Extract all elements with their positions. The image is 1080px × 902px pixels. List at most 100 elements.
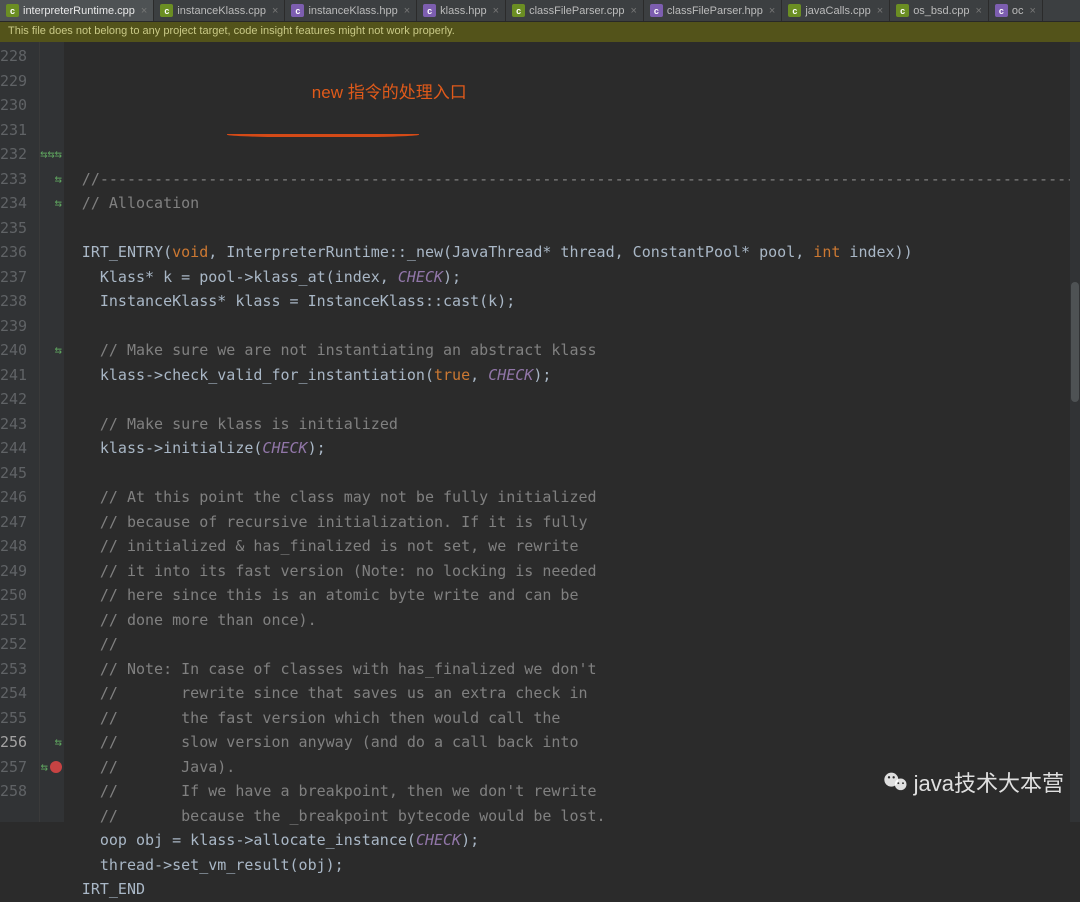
line-number[interactable]: 239 bbox=[0, 314, 27, 339]
code-line[interactable]: // rewrite since that saves us an extra … bbox=[82, 681, 1080, 706]
code-line[interactable] bbox=[82, 216, 1080, 241]
close-icon[interactable]: × bbox=[875, 5, 883, 17]
line-number[interactable]: 246 bbox=[0, 485, 27, 510]
gutter-icon-row[interactable] bbox=[40, 461, 64, 486]
line-number[interactable]: 257 bbox=[0, 755, 27, 780]
code-line[interactable]: // the fast version which then would cal… bbox=[82, 706, 1080, 731]
line-number[interactable]: 231 bbox=[0, 118, 27, 143]
gutter-icon-row[interactable]: ⇆ bbox=[40, 338, 64, 363]
code-line[interactable]: klass->initialize(CHECK); bbox=[82, 436, 1080, 461]
gutter-icon-row[interactable] bbox=[40, 118, 64, 143]
tab-classFileParser-cpp[interactable]: cclassFileParser.cpp× bbox=[506, 0, 644, 21]
gutter-icon-row[interactable] bbox=[40, 93, 64, 118]
gutter-icon-row[interactable]: ⇆ bbox=[40, 730, 64, 755]
close-icon[interactable]: × bbox=[402, 5, 410, 17]
line-number[interactable]: 240 bbox=[0, 338, 27, 363]
gutter-icon-row[interactable] bbox=[40, 216, 64, 241]
tab-oc[interactable]: coc× bbox=[989, 0, 1043, 21]
gutter-annotation-strip[interactable]: ⇆⇆⇆⇆⇆⇆⇆⇆ bbox=[40, 42, 64, 822]
line-number[interactable]: 242 bbox=[0, 387, 27, 412]
gutter-icon-row[interactable] bbox=[40, 706, 64, 731]
gutter-icon-row[interactable] bbox=[40, 387, 64, 412]
tab-javaCalls-cpp[interactable]: cjavaCalls.cpp× bbox=[782, 0, 890, 21]
vertical-scrollbar-track[interactable] bbox=[1070, 42, 1080, 822]
line-number[interactable]: 235 bbox=[0, 216, 27, 241]
gutter-icon-row[interactable] bbox=[40, 681, 64, 706]
line-number[interactable]: 236 bbox=[0, 240, 27, 265]
line-number[interactable]: 248 bbox=[0, 534, 27, 559]
line-number[interactable]: 238 bbox=[0, 289, 27, 314]
code-line[interactable]: // initialized & has_finalized is not se… bbox=[82, 534, 1080, 559]
code-line[interactable]: // slow version anyway (and do a call ba… bbox=[82, 730, 1080, 755]
line-number[interactable]: 233 bbox=[0, 167, 27, 192]
gutter-icon-row[interactable] bbox=[40, 289, 64, 314]
code-line[interactable]: //--------------------------------------… bbox=[82, 167, 1080, 192]
gutter-icon-row[interactable] bbox=[40, 657, 64, 682]
code-line[interactable]: // bbox=[82, 632, 1080, 657]
gutter-icon-row[interactable] bbox=[40, 314, 64, 339]
code-line[interactable]: // it into its fast version (Note: no lo… bbox=[82, 559, 1080, 584]
code-area[interactable]: new 指令的处理入口 //--------------------------… bbox=[64, 42, 1080, 822]
gutter-icon-row[interactable] bbox=[40, 608, 64, 633]
line-number[interactable]: 247 bbox=[0, 510, 27, 535]
line-number[interactable]: 252 bbox=[0, 632, 27, 657]
gutter-icon-row[interactable]: ⇆ bbox=[40, 191, 64, 216]
line-number[interactable]: 234 bbox=[0, 191, 27, 216]
code-line[interactable]: // Allocation bbox=[82, 191, 1080, 216]
breakpoint-icon[interactable] bbox=[50, 761, 62, 773]
gutter-icon-row[interactable] bbox=[40, 265, 64, 290]
line-number[interactable]: 253 bbox=[0, 657, 27, 682]
code-line[interactable]: // here since this is an atomic byte wri… bbox=[82, 583, 1080, 608]
gutter-icon-row[interactable] bbox=[40, 632, 64, 657]
close-icon[interactable]: × bbox=[270, 5, 278, 17]
line-number[interactable]: 243 bbox=[0, 412, 27, 437]
code-line[interactable]: // because of recursive initialization. … bbox=[82, 510, 1080, 535]
line-number[interactable]: 255 bbox=[0, 706, 27, 731]
gutter-icon-row[interactable]: ⇆ bbox=[40, 755, 64, 780]
gutter-icon-row[interactable] bbox=[40, 779, 64, 804]
line-number[interactable]: 229 bbox=[0, 69, 27, 94]
gutter-icon-row[interactable]: ⇆ bbox=[40, 167, 64, 192]
gutter-icon-row[interactable] bbox=[40, 534, 64, 559]
code-line[interactable]: // because the _breakpoint bytecode woul… bbox=[82, 804, 1080, 829]
line-number[interactable]: 249 bbox=[0, 559, 27, 584]
code-line[interactable]: IRT_ENTRY(void, InterpreterRuntime::_new… bbox=[82, 240, 1080, 265]
code-line[interactable] bbox=[82, 314, 1080, 339]
close-icon[interactable]: × bbox=[139, 5, 147, 17]
gutter-icon-row[interactable] bbox=[40, 510, 64, 535]
line-number[interactable]: 254 bbox=[0, 681, 27, 706]
line-number-gutter[interactable]: 2282292302312322332342352362372382392402… bbox=[0, 42, 40, 822]
gutter-icon-row[interactable] bbox=[40, 69, 64, 94]
gutter-icon-row[interactable] bbox=[40, 583, 64, 608]
vertical-scrollbar-thumb[interactable] bbox=[1071, 282, 1079, 402]
line-number[interactable]: 241 bbox=[0, 363, 27, 388]
close-icon[interactable]: × bbox=[491, 5, 499, 17]
code-line[interactable]: // Note: In case of classes with has_fin… bbox=[82, 657, 1080, 682]
code-line[interactable]: // Make sure klass is initialized bbox=[82, 412, 1080, 437]
code-line[interactable]: // done more than once). bbox=[82, 608, 1080, 633]
close-icon[interactable]: × bbox=[767, 5, 775, 17]
code-line[interactable]: // If we have a breakpoint, then we don'… bbox=[82, 779, 1080, 804]
gutter-icon-row[interactable] bbox=[40, 412, 64, 437]
gutter-icon-row[interactable] bbox=[40, 436, 64, 461]
gutter-icon-row[interactable] bbox=[40, 44, 64, 69]
code-line[interactable]: InstanceKlass* klass = InstanceKlass::ca… bbox=[82, 289, 1080, 314]
line-number[interactable]: 245 bbox=[0, 461, 27, 486]
line-number[interactable]: 244 bbox=[0, 436, 27, 461]
tab-os_bsd-cpp[interactable]: cos_bsd.cpp× bbox=[890, 0, 989, 21]
close-icon[interactable]: × bbox=[973, 5, 981, 17]
line-number[interactable]: 230 bbox=[0, 93, 27, 118]
gutter-icon-row[interactable] bbox=[40, 240, 64, 265]
gutter-icon-row[interactable] bbox=[40, 363, 64, 388]
tab-instanceKlass-cpp[interactable]: cinstanceKlass.cpp× bbox=[154, 0, 285, 21]
line-number[interactable]: 251 bbox=[0, 608, 27, 633]
line-number[interactable]: 258 bbox=[0, 779, 27, 804]
code-line[interactable]: Klass* k = pool->klass_at(index, CHECK); bbox=[82, 265, 1080, 290]
tab-classFileParser-hpp[interactable]: cclassFileParser.hpp× bbox=[644, 0, 782, 21]
code-line[interactable] bbox=[82, 142, 1080, 167]
close-icon[interactable]: × bbox=[628, 5, 636, 17]
line-number[interactable]: 237 bbox=[0, 265, 27, 290]
code-line[interactable]: // Java). bbox=[82, 755, 1080, 780]
code-line[interactable]: // At this point the class may not be fu… bbox=[82, 485, 1080, 510]
code-line[interactable] bbox=[82, 461, 1080, 486]
